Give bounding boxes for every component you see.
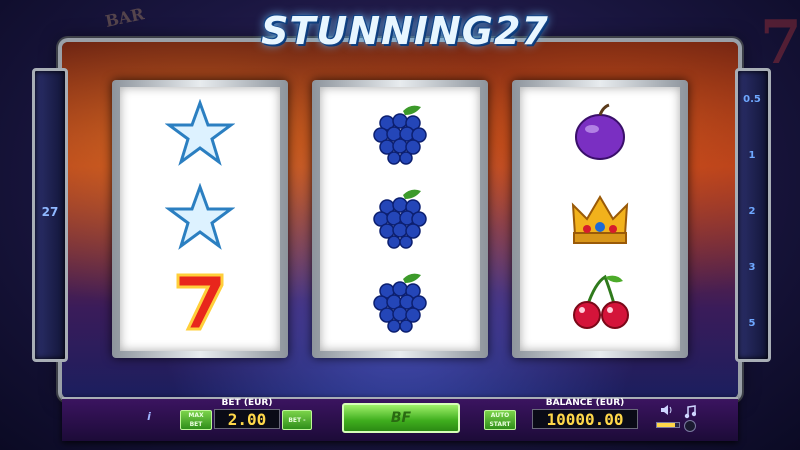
volume-icon[interactable] (660, 404, 674, 419)
game-logo: STUNNING27 (200, 4, 610, 58)
lines-count: 27 (41, 205, 59, 219)
star-symbol (120, 91, 280, 177)
plum-symbol (520, 91, 680, 177)
seven-symbol (120, 259, 280, 345)
payline-label: 0.5 (743, 94, 761, 105)
payline-indicators: 0.5 1 2 3 5 (737, 68, 767, 356)
bet-label: BET (EUR) (221, 398, 273, 408)
cherries-symbol (520, 259, 680, 345)
grapes-symbol (320, 91, 480, 177)
payline-label: 2 (748, 206, 756, 217)
grapes-symbol (320, 175, 480, 261)
max-bet-button[interactable]: MAX BET (180, 410, 212, 430)
star-symbol (120, 175, 280, 261)
payline-label: 1 (748, 150, 756, 161)
balance-value: 10000.00 (532, 409, 638, 429)
spin-button[interactable]: BF (342, 403, 460, 433)
balance-label: BALANCE (EUR) (545, 398, 625, 408)
bet-value: 2.00 (214, 409, 280, 429)
reel-1 (112, 80, 288, 358)
info-button[interactable]: i (142, 410, 156, 424)
reel-3 (512, 80, 688, 358)
reel-2 (312, 80, 488, 358)
grapes-symbol (320, 259, 480, 345)
volume-slider[interactable] (656, 422, 680, 428)
volume-level (657, 423, 675, 427)
game-title: STUNNING27 (261, 9, 549, 53)
payline-label: 5 (748, 318, 756, 329)
bar-sign-decoration: BAR (103, 4, 146, 31)
bet-minus-button[interactable]: BET - (282, 410, 312, 430)
auto-start-button[interactable]: AUTO START (484, 410, 516, 430)
payline-label: 3 (748, 262, 756, 273)
music-toggle[interactable] (684, 420, 696, 432)
crown-symbol (520, 175, 680, 261)
spin-logo: BF (390, 410, 412, 426)
